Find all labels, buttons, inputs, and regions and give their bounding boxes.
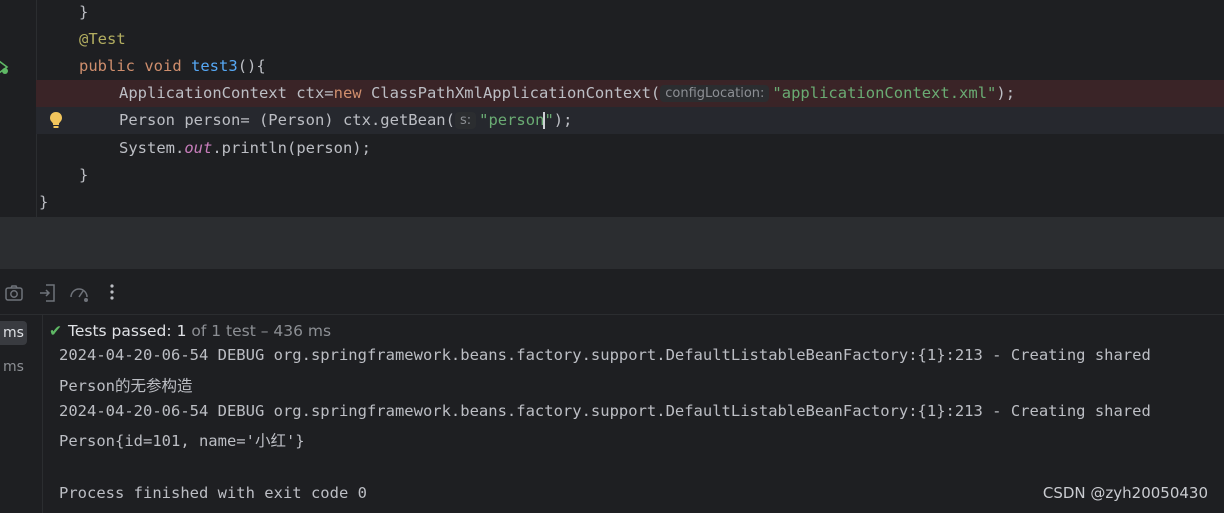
more-icon[interactable]	[101, 282, 123, 304]
close-brace: }	[39, 193, 49, 211]
println-call: .println(person);	[212, 139, 371, 157]
method-signature: public void test3(){	[79, 53, 266, 80]
test-annotation: @Test	[79, 30, 126, 48]
watermark: CSDN @zyh20050430	[1042, 484, 1208, 502]
method-name: test3	[191, 57, 238, 75]
close-brace: }	[79, 3, 89, 21]
console-line: 2024-04-20-06-54 DEBUG org.springframewo…	[59, 347, 1151, 364]
ctx-type: ApplicationContext ctx=	[119, 84, 334, 102]
code-editor[interactable]: } @Test public void test3(){ Application…	[0, 0, 1224, 217]
statement-end: );	[996, 84, 1016, 102]
console-line: 2024-04-20-06-54 DEBUG org.springframewo…	[59, 402, 1151, 420]
code-line: @Test	[0, 26, 1224, 53]
bulb-icon[interactable]	[49, 111, 63, 129]
test-tree-item[interactable]: ms	[0, 321, 27, 345]
console-line: Process finished with exit code 0	[59, 484, 367, 502]
code-line: public void test3(){	[0, 53, 1224, 80]
run-toolbar	[0, 270, 1224, 315]
person-decl: Person person= (Person) ctx.getBean(	[119, 111, 455, 129]
code-line-current: Person person= (Person) ctx.getBean(s: "p…	[36, 107, 1224, 134]
parameter-hint: s:	[454, 112, 477, 129]
test-status-bar: ✔ Tests passed: 1 of 1 test – 436 ms	[43, 315, 1224, 347]
println-statement: System.out.println(person);	[119, 135, 371, 162]
import-icon[interactable]	[37, 282, 59, 304]
console-line: Person的无参构造	[59, 377, 193, 395]
code-line: }	[0, 189, 1224, 216]
system-class: System.	[119, 139, 185, 157]
statement-end: );	[553, 111, 573, 129]
check-icon: ✔	[49, 322, 62, 340]
passed-count: 1	[176, 322, 187, 340]
keyword-new: new	[333, 84, 362, 102]
ctx-class: ClassPathXmlApplicationContext(	[361, 84, 661, 102]
string-literal: "applicationContext.xml"	[772, 84, 997, 102]
console-line: Person{id=101, name='小红'}	[59, 432, 305, 450]
test-tree-strip: ms ms	[0, 315, 43, 513]
test-tree-item[interactable]: ms	[0, 355, 27, 379]
panel-separator[interactable]	[0, 217, 1224, 270]
string-literal-a: "person	[479, 111, 545, 129]
method-tail: (){	[237, 57, 266, 75]
keyword-public: public	[79, 57, 135, 75]
code-line-highlighted: ApplicationContext ctx=new ClassPathXmlA…	[36, 80, 1224, 107]
code-line: }	[0, 162, 1224, 189]
string-literal-b: "	[544, 111, 554, 129]
keyword-void: void	[144, 57, 182, 75]
code-line: System.out.println(person);	[0, 135, 1224, 162]
status-suffix: of 1 test – 436 ms	[191, 322, 332, 340]
close-brace: }	[79, 166, 89, 184]
status-prefix: Tests passed:	[68, 322, 172, 340]
speed-icon[interactable]	[68, 282, 90, 304]
ctx-statement: ApplicationContext ctx=new ClassPathXmlA…	[119, 80, 1015, 108]
parameter-hint: configLocation:	[660, 85, 770, 102]
person-statement: Person person= (Person) ctx.getBean(s: "p…	[119, 107, 572, 135]
camera-icon[interactable]	[3, 282, 25, 304]
out-field: out	[184, 139, 213, 157]
code-line: }	[0, 0, 1224, 26]
